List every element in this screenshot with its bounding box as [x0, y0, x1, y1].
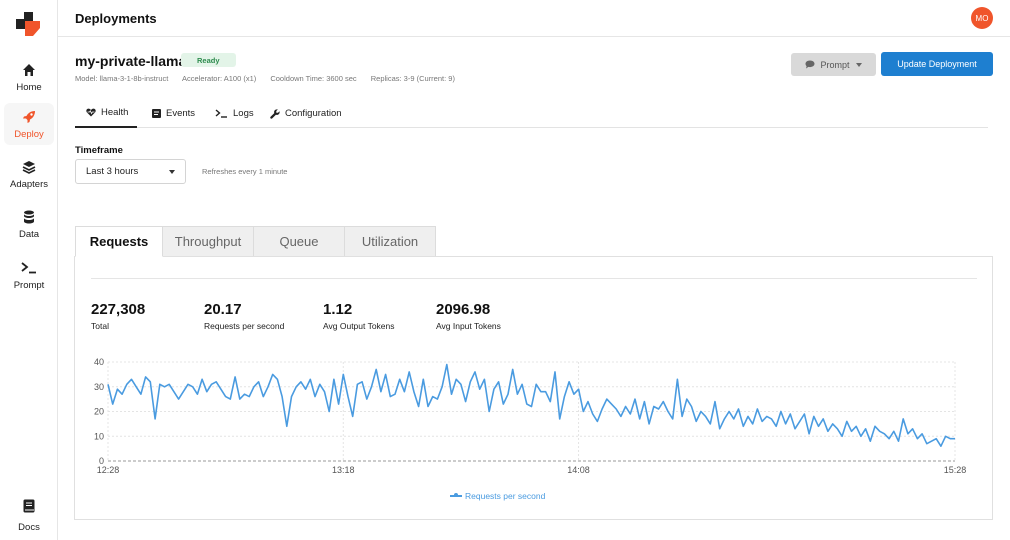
tab-label: Events: [166, 108, 196, 119]
stat-label: Avg Output Tokens: [323, 321, 395, 331]
chevron-down-icon: [169, 170, 175, 174]
status-badge: Ready: [181, 53, 236, 67]
requests-line-chart: 01020304012:28 13:18 14:08 15:28: [94, 357, 967, 475]
database-icon: [21, 209, 37, 225]
stat-avg-output-tokens: 1.12 Avg Output Tokens: [323, 301, 395, 331]
tab-label: Logs: [233, 108, 254, 119]
stat-total: 227,308 Total: [91, 301, 145, 331]
x-tick-label: 12:28: [97, 465, 120, 475]
refresh-note: Refreshes every 1 minute: [202, 167, 288, 176]
top-header: Deployments MO: [58, 0, 1010, 37]
meta-replicas: Replicas: 3-9 (Current: 9): [370, 74, 455, 83]
stat-value: 2096.98: [436, 301, 491, 318]
tab-configuration[interactable]: Configuration: [270, 99, 342, 128]
sidebar-item-adapters[interactable]: Adapters: [4, 153, 54, 195]
stat-value: 227,308: [91, 301, 146, 318]
meta-accelerator: Accelerator: A100 (x1): [182, 74, 257, 83]
sidebar-item-deploy[interactable]: Deploy: [4, 103, 54, 145]
tab-health[interactable]: Health: [75, 99, 137, 128]
app-root: Home Deploy Adapters Data Prompt Docs De…: [0, 0, 1010, 540]
deployment-tabs: Health Events Logs Configuration: [75, 99, 988, 128]
y-tick-label: 40: [94, 357, 104, 367]
sidebar-item-label: Docs: [18, 522, 40, 533]
sidebar-item-label: Prompt: [13, 279, 45, 291]
timeframe-label: Timeframe: [75, 145, 123, 156]
chat-bubble-icon: [805, 60, 815, 69]
book-icon: [23, 499, 35, 518]
chevron-down-icon: [855, 62, 862, 67]
tab-logs[interactable]: Logs: [215, 99, 254, 128]
timeframe-value: Last 3 hours: [86, 166, 139, 177]
sidebar-item-data[interactable]: Data: [4, 203, 54, 245]
stat-requests-per-second: 20.17 Requests per second: [204, 301, 284, 331]
tab-label: Health: [101, 107, 129, 118]
series-line-requests-per-second: [107, 363, 955, 447]
heart-icon: [86, 108, 96, 117]
stat-label: Avg Input Tokens: [436, 321, 501, 331]
events-icon: [152, 109, 161, 118]
brand-logo-icon[interactable]: [16, 12, 42, 38]
y-tick-label: 20: [94, 407, 104, 417]
sidebar-item-home[interactable]: Home: [4, 56, 54, 98]
sidebar-item-label: Adapters: [9, 178, 49, 190]
legend-label: Requests per second: [465, 491, 546, 501]
avatar[interactable]: MO: [971, 7, 993, 29]
rocket-icon: [21, 109, 37, 125]
meta-cooldown: Cooldown Time: 3600 sec: [270, 74, 357, 83]
sidebar-item-label: Data: [18, 228, 40, 240]
meta-model: Model: llama-3-1-8b-instruct: [75, 74, 169, 83]
x-tick-label: 15:28: [944, 465, 967, 475]
y-tick-label: 10: [94, 431, 104, 441]
terminal-icon: [215, 109, 228, 118]
home-icon: [21, 62, 37, 78]
sidebar-item-label: Deploy: [14, 128, 44, 140]
update-deployment-button[interactable]: Update Deployment: [881, 52, 993, 76]
prompt-dropdown-button[interactable]: Prompt: [791, 53, 876, 76]
stat-avg-input-tokens: 2096.98 Avg Input Tokens: [436, 301, 501, 331]
deployment-meta: Model: llama-3-1-8b-instruct Accelerator…: [75, 74, 467, 83]
sidebar: Home Deploy Adapters Data Prompt Docs: [0, 0, 58, 540]
deployment-name: my-private-llama: [75, 53, 187, 69]
page-title: Deployments: [75, 11, 157, 26]
prompt-button-label: Prompt: [820, 59, 850, 70]
stat-value: 20.17: [204, 301, 242, 318]
divider: [91, 278, 977, 279]
tab-label: Configuration: [285, 108, 342, 119]
sidebar-item-docs[interactable]: Docs: [4, 496, 54, 536]
metric-tab-requests[interactable]: Requests: [75, 226, 163, 257]
y-tick-label: 30: [94, 382, 104, 392]
sidebar-item-prompt[interactable]: Prompt: [4, 254, 54, 296]
timeframe-select[interactable]: Last 3 hours: [75, 159, 186, 184]
x-tick-label: 14:08: [567, 465, 590, 475]
metric-tab-utilization[interactable]: Utilization: [344, 226, 436, 257]
stat-label: Total: [91, 321, 109, 331]
x-tick-label: 13:18: [332, 465, 355, 475]
terminal-icon: [21, 260, 37, 276]
legend-marker-icon: [450, 493, 462, 497]
stat-label: Requests per second: [204, 321, 285, 331]
wrench-icon: [270, 108, 280, 119]
chart-legend[interactable]: Requests per second: [450, 491, 545, 501]
tab-events[interactable]: Events: [152, 99, 195, 128]
layers-icon: [21, 159, 37, 175]
metric-tab-queue[interactable]: Queue: [253, 226, 345, 257]
metric-tab-throughput[interactable]: Throughput: [162, 226, 254, 257]
stat-value: 1.12: [323, 301, 353, 318]
sidebar-item-label: Home: [16, 81, 42, 93]
